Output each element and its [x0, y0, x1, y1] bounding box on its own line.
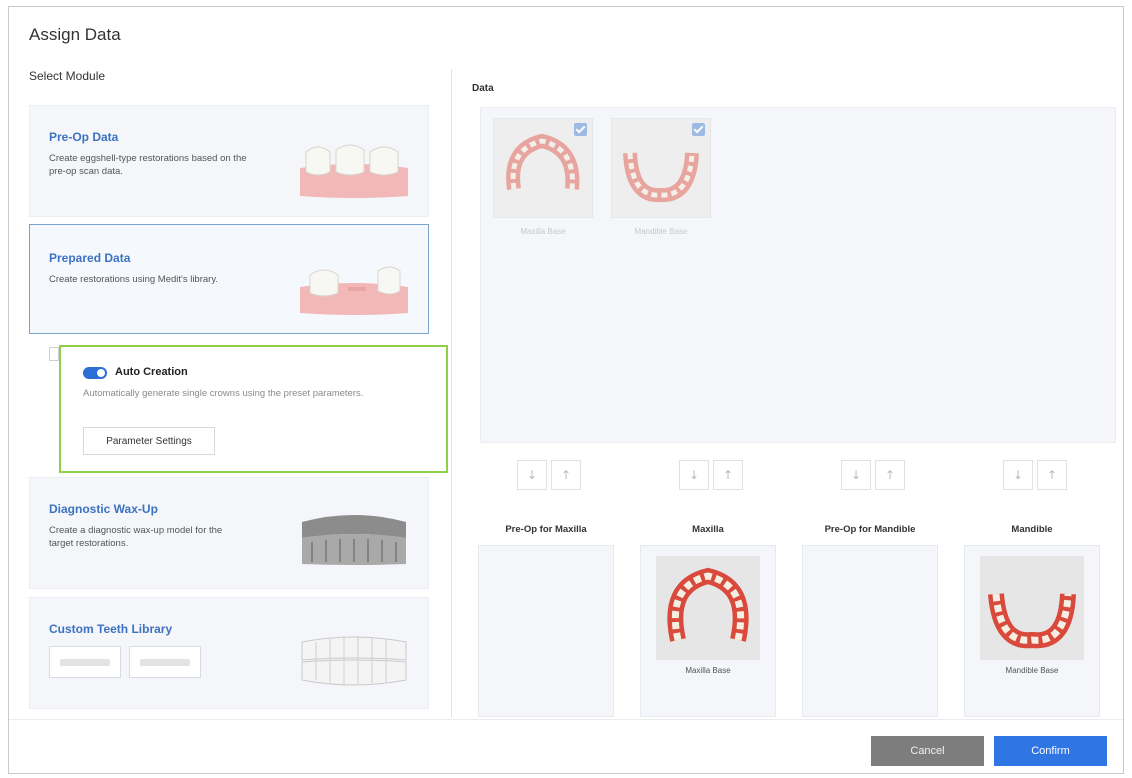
footer-divider [9, 719, 1123, 720]
data-pool-area: Maxilla Base Mandible Base [480, 107, 1116, 443]
slot-pre-op-mandible[interactable] [802, 545, 938, 717]
auto-creation-panel: Auto Creation Automatically generate sin… [59, 345, 448, 473]
module-card-diagnostic-wax-up[interactable]: Diagnostic Wax-Up Create a diagnostic wa… [29, 477, 429, 589]
auto-creation-label: Auto Creation [115, 366, 188, 378]
module-description: Create restorations using Medit's librar… [49, 274, 219, 285]
mandible-scan-icon [988, 593, 1076, 649]
teeth-row-icon [140, 659, 190, 666]
module-title: Pre-Op Data [49, 130, 119, 144]
data-section-label: Data [472, 83, 494, 94]
library-option-1[interactable] [49, 646, 121, 678]
move-down-button-pre-op-maxilla[interactable]: ↓ [517, 460, 547, 490]
move-up-button-pre-op-mandible[interactable]: ↑ [875, 460, 905, 490]
move-up-button-pre-op-maxilla[interactable]: ↑ [551, 460, 581, 490]
slot-label-maxilla: Maxilla [692, 524, 724, 535]
slot-label-mandible: Mandible [1011, 524, 1053, 535]
thumbnail-label: Maxilla Base [520, 227, 566, 236]
auto-creation-connector [49, 347, 59, 361]
select-module-label: Select Module [29, 69, 106, 83]
move-down-button-pre-op-mandible[interactable]: ↓ [841, 460, 871, 490]
module-title: Custom Teeth Library [49, 622, 173, 636]
panel-divider [451, 69, 452, 717]
confirm-button[interactable]: Confirm [994, 736, 1107, 766]
prepared-teeth-illustration-icon [300, 266, 408, 315]
slot-item-label: Maxilla Base [685, 666, 731, 675]
dialog-title: Assign Data [29, 25, 121, 44]
module-description: Create eggshell-type restorations based … [49, 153, 247, 177]
move-up-button-maxilla[interactable]: ↑ [713, 460, 743, 490]
slot-label-pre-op-mandible: Pre-Op for Mandible [824, 524, 916, 535]
teeth-library-illustration-icon [301, 636, 407, 686]
checkbox-checked-icon[interactable] [692, 123, 705, 136]
wax-up-model-illustration-icon [302, 515, 406, 565]
parameter-settings-button[interactable]: Parameter Settings [83, 427, 215, 455]
data-thumbnail-maxilla[interactable] [493, 118, 593, 218]
slot-maxilla[interactable]: Maxilla Base [640, 545, 776, 717]
library-option-2[interactable] [129, 646, 201, 678]
teeth-row-icon [60, 659, 110, 666]
module-card-pre-op[interactable]: Pre-Op Data Create eggshell-type restora… [29, 105, 429, 217]
slot-pre-op-maxilla[interactable] [478, 545, 614, 717]
module-card-custom-teeth-library[interactable]: Custom Teeth Library [29, 597, 429, 709]
pre-op-teeth-illustration-icon [300, 144, 408, 198]
module-card-prepared[interactable]: Prepared Data Create restorations using … [29, 224, 429, 334]
module-title: Diagnostic Wax-Up [49, 502, 158, 516]
slot-item-label: Mandible Base [1005, 666, 1059, 675]
move-down-button-maxilla[interactable]: ↓ [679, 460, 709, 490]
assign-data-dialog: Assign Data Select Module Data Pre-Op Da… [8, 6, 1124, 774]
checkbox-checked-icon[interactable] [574, 123, 587, 136]
auto-creation-toggle[interactable] [83, 367, 107, 379]
cancel-button[interactable]: Cancel [871, 736, 984, 766]
data-thumbnail-mandible[interactable] [611, 118, 711, 218]
move-up-button-mandible[interactable]: ↑ [1037, 460, 1067, 490]
maxilla-scan-icon [667, 567, 749, 642]
move-down-button-mandible[interactable]: ↓ [1003, 460, 1033, 490]
auto-creation-description: Automatically generate single crowns usi… [83, 388, 364, 399]
slot-label-pre-op-maxilla: Pre-Op for Maxilla [505, 524, 587, 535]
module-title: Prepared Data [49, 251, 131, 265]
mandible-scan-thumbnail[interactable] [980, 556, 1084, 660]
slot-mandible[interactable]: Mandible Base [964, 545, 1100, 717]
thumbnail-label: Mandible Base [634, 227, 688, 236]
module-description: Create a diagnostic wax-up model for the… [49, 525, 223, 549]
maxilla-scan-thumbnail[interactable] [656, 556, 760, 660]
toggle-knob [97, 369, 105, 377]
